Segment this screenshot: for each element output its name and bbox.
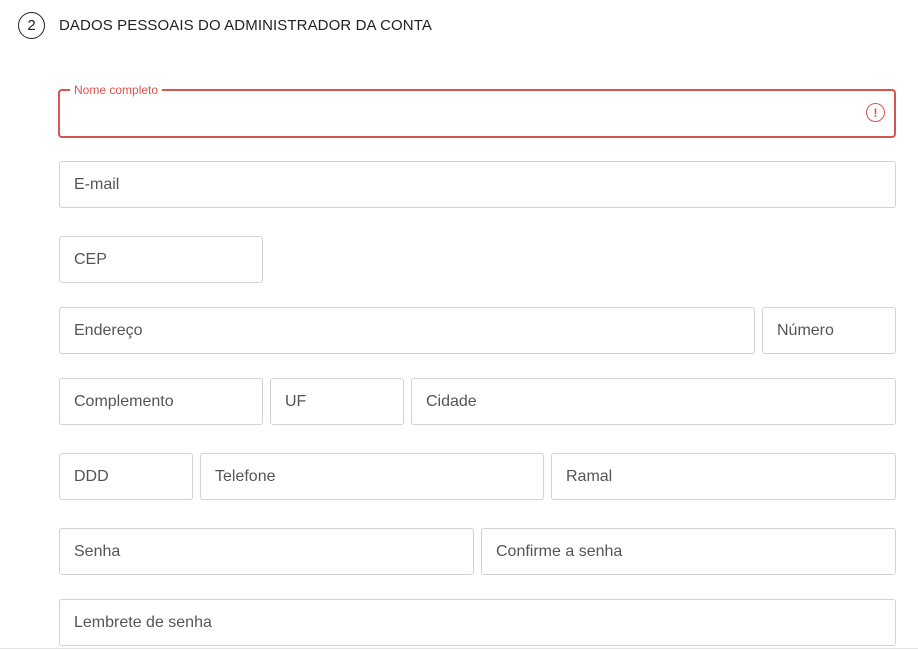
confirme-senha-field[interactable]: Confirme a senha xyxy=(481,528,896,575)
senha-placeholder: Senha xyxy=(74,542,121,560)
numero-placeholder: Número xyxy=(777,321,834,339)
numero-field[interactable]: Número xyxy=(762,307,896,354)
ramal-placeholder: Ramal xyxy=(566,467,613,485)
email-field[interactable]: E-mail xyxy=(59,161,896,208)
cidade-field[interactable]: Cidade xyxy=(411,378,896,425)
cep-placeholder: CEP xyxy=(74,250,107,268)
divider xyxy=(0,648,918,649)
uf-field[interactable]: UF xyxy=(270,378,404,425)
email-placeholder: E-mail xyxy=(74,175,120,193)
cidade-placeholder: Cidade xyxy=(426,392,477,410)
uf-placeholder: UF xyxy=(285,392,307,410)
step-number-badge: 2 xyxy=(18,11,45,39)
senha-field[interactable]: Senha xyxy=(59,528,474,575)
ramal-field[interactable]: Ramal xyxy=(551,453,896,500)
nome-completo-field[interactable]: Nome completo ! xyxy=(58,83,896,138)
cep-field[interactable]: CEP xyxy=(59,236,263,283)
section-title: DADOS PESSOAIS DO ADMINISTRADOR DA CONTA xyxy=(59,16,432,34)
telefone-placeholder: Telefone xyxy=(215,467,276,485)
confirme-senha-placeholder: Confirme a senha xyxy=(496,542,623,560)
complemento-field[interactable]: Complemento xyxy=(59,378,263,425)
lembrete-senha-field[interactable]: Lembrete de senha xyxy=(59,599,896,646)
endereco-field[interactable]: Endereço xyxy=(59,307,755,354)
ddd-field[interactable]: DDD xyxy=(59,453,193,500)
nome-completo-label: Nome completo xyxy=(70,83,163,97)
endereco-placeholder: Endereço xyxy=(74,321,143,339)
alert-circle-icon: ! xyxy=(866,103,885,122)
section-header: 2 DADOS PESSOAIS DO ADMINISTRADOR DA CON… xyxy=(18,11,432,39)
telefone-field[interactable]: Telefone xyxy=(200,453,544,500)
ddd-placeholder: DDD xyxy=(74,467,109,485)
lembrete-senha-placeholder: Lembrete de senha xyxy=(74,613,212,631)
complemento-placeholder: Complemento xyxy=(74,392,174,410)
